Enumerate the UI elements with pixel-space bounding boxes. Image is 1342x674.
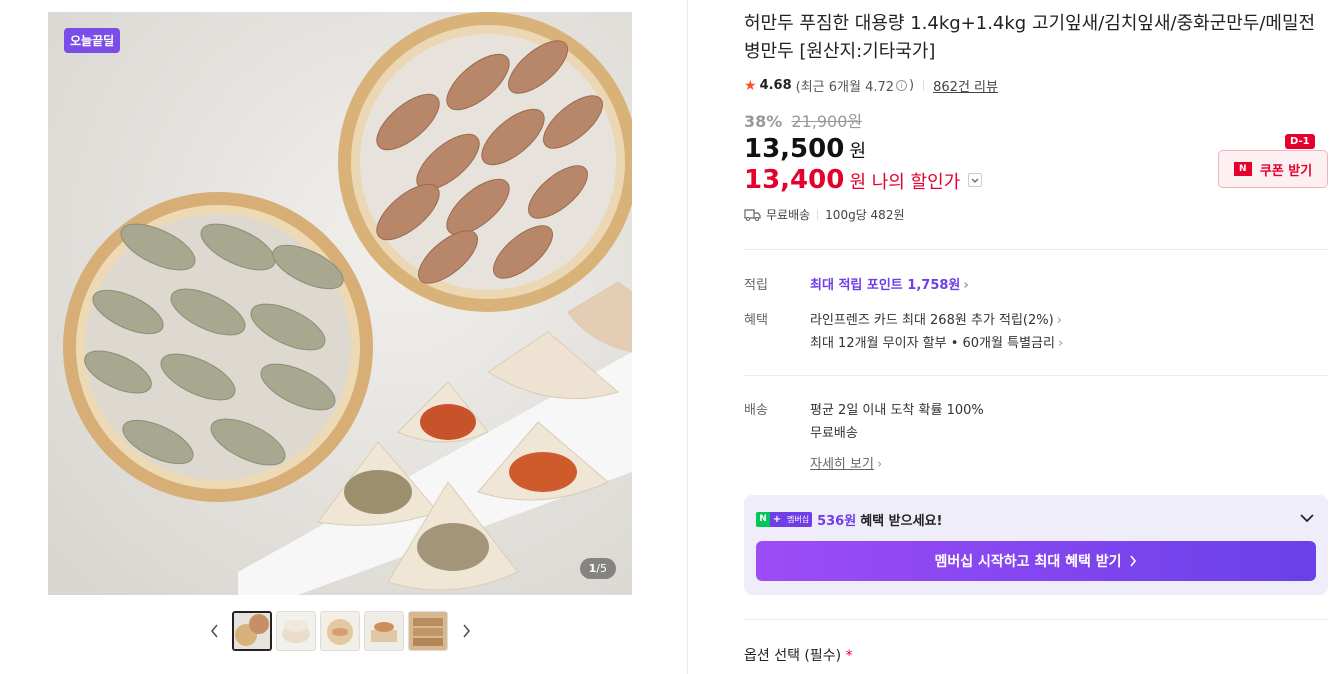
separator — [817, 209, 819, 220]
chevron-down-icon[interactable] — [968, 173, 983, 187]
points-label: 적립 — [744, 278, 768, 293]
points-value: 최대 적립 포인트 1,758원 — [810, 278, 961, 293]
delivery-more-link[interactable]: 자세히 보기 › — [810, 453, 882, 472]
delivery-line-2: 무료배송 — [810, 426, 858, 441]
separator — [923, 80, 925, 91]
rating-score: 4.68 — [759, 78, 792, 93]
chevron-down-icon — [1300, 514, 1314, 523]
today-deal-badge: 오늘끝딜 — [64, 28, 121, 53]
thumbnail-2[interactable] — [276, 611, 316, 651]
divider — [744, 249, 1328, 250]
naver-n-icon: N — [1233, 162, 1252, 176]
chevron-right-icon: › — [876, 457, 883, 472]
option-title-text: 옵션 선택 (필수) — [744, 648, 842, 664]
membership-banner: N + 멤버십 536원 혜택 받으세요! 멤버십 시작하고 최대 혜택 받기 — [744, 495, 1328, 595]
coupon-button-label: 쿠폰 받기 — [1259, 163, 1313, 179]
product-title: 허만두 푸짐한 대용량 1.4kg+1.4kg 고기잎새/김치잎새/중화군만두/… — [744, 13, 1316, 62]
next-image-button[interactable] — [458, 611, 474, 651]
shipping-summary: 무료배송 100g당 482원 — [744, 206, 905, 223]
star-icon: ★ — [744, 77, 757, 94]
chevron-left-icon — [210, 624, 218, 638]
membership-start-button[interactable]: 멤버십 시작하고 최대 혜택 받기 — [756, 541, 1316, 581]
my-discount-price: 13,400 — [744, 165, 845, 195]
original-price: 21,900원 — [791, 112, 863, 131]
thumbnail-image — [321, 612, 359, 650]
benefit-line-2: 최대 12개월 무이자 할부 • 60개월 특별금리 — [810, 336, 1055, 351]
coupon-dday-badge: D-1 — [1285, 134, 1315, 149]
truck-icon — [744, 208, 761, 221]
chevron-right-icon: › — [1056, 313, 1062, 328]
free-shipping: 무료배송 — [766, 208, 811, 222]
membership-amount: 536원 — [817, 514, 857, 529]
benefit-label: 혜택 — [744, 313, 768, 328]
sale-price-row: 13,500 원 — [744, 134, 866, 164]
thumbnail-image — [234, 613, 270, 649]
benefit-installment-link[interactable]: 최대 12개월 무이자 할부 • 60개월 특별금리 › — [810, 332, 1063, 351]
thumbnail-4[interactable] — [364, 611, 404, 651]
image-counter: 1/5 — [579, 558, 616, 579]
delivery-label: 배송 — [744, 403, 768, 418]
thumbnail-image — [277, 612, 315, 650]
membership-button-label: 멤버십 시작하고 최대 혜택 받기 — [934, 554, 1122, 570]
thumbnail-1[interactable] — [232, 611, 272, 651]
dumpling-photo — [48, 12, 632, 595]
product-main-image[interactable]: 오늘끝딜 1/5 — [48, 12, 632, 595]
membership-expand-toggle[interactable] — [1298, 509, 1316, 527]
prev-image-button[interactable] — [206, 611, 222, 651]
thumbnail-image — [365, 612, 403, 650]
membership-pill-text: 멤버십 — [784, 512, 813, 527]
review-count-link[interactable]: 862건 리뷰 — [933, 76, 998, 95]
sale-price: 13,500 — [744, 134, 845, 164]
discount-percent: 38% — [744, 112, 783, 131]
chevron-right-icon — [462, 624, 470, 638]
rating-recent: (최근 6개월 4.72 — [795, 80, 895, 95]
chevron-right-icon: › — [963, 278, 969, 293]
column-divider — [687, 0, 688, 674]
rating-recent-close: ) — [909, 78, 915, 93]
option-select-title: 옵션 선택 (필수) * — [744, 645, 853, 665]
original-price-row: 38% 21,900원 — [744, 108, 862, 132]
divider — [744, 375, 1328, 376]
sale-price-unit: 원 — [849, 141, 866, 162]
benefit-line-1: 라인프렌즈 카드 최대 268원 추가 적립(2%) — [810, 313, 1054, 328]
coupon-button[interactable]: N 쿠폰 받기 — [1218, 150, 1328, 188]
my-discount-price-row[interactable]: 13,400 원 나의 할인가 — [744, 165, 983, 195]
rating-summary: ★ 4.68 (최근 6개월 4.72 i ) 862건 리뷰 — [744, 76, 998, 96]
unit-price: 100g당 482원 — [825, 208, 905, 222]
chevron-right-icon — [1130, 555, 1137, 567]
benefit-card-link[interactable]: 라인프렌즈 카드 최대 268원 추가 적립(2%) › — [810, 309, 1062, 328]
points-link[interactable]: 최대 적립 포인트 1,758원 › — [810, 274, 969, 293]
delivery-line-1: 평균 2일 이내 도착 확률 100% — [810, 403, 984, 418]
divider — [744, 619, 1328, 620]
thumbnail-5[interactable] — [408, 611, 448, 651]
thumbnail-image — [409, 612, 447, 650]
info-icon[interactable]: i — [896, 80, 908, 91]
image-counter-total: /5 — [596, 562, 607, 575]
required-mark: * — [845, 648, 853, 664]
delivery-more-label: 자세히 보기 — [810, 457, 874, 472]
thumbnail-strip — [206, 610, 476, 652]
my-discount-price-label: 원 나의 할인가 — [849, 172, 961, 193]
membership-headline: N + 멤버십 536원 혜택 받으세요! — [756, 510, 942, 529]
membership-message: 혜택 받으세요! — [860, 514, 943, 529]
chevron-right-icon: › — [1057, 336, 1064, 351]
naver-plus-membership-icon: N + 멤버십 — [756, 512, 813, 527]
thumbnail-3[interactable] — [320, 611, 360, 651]
